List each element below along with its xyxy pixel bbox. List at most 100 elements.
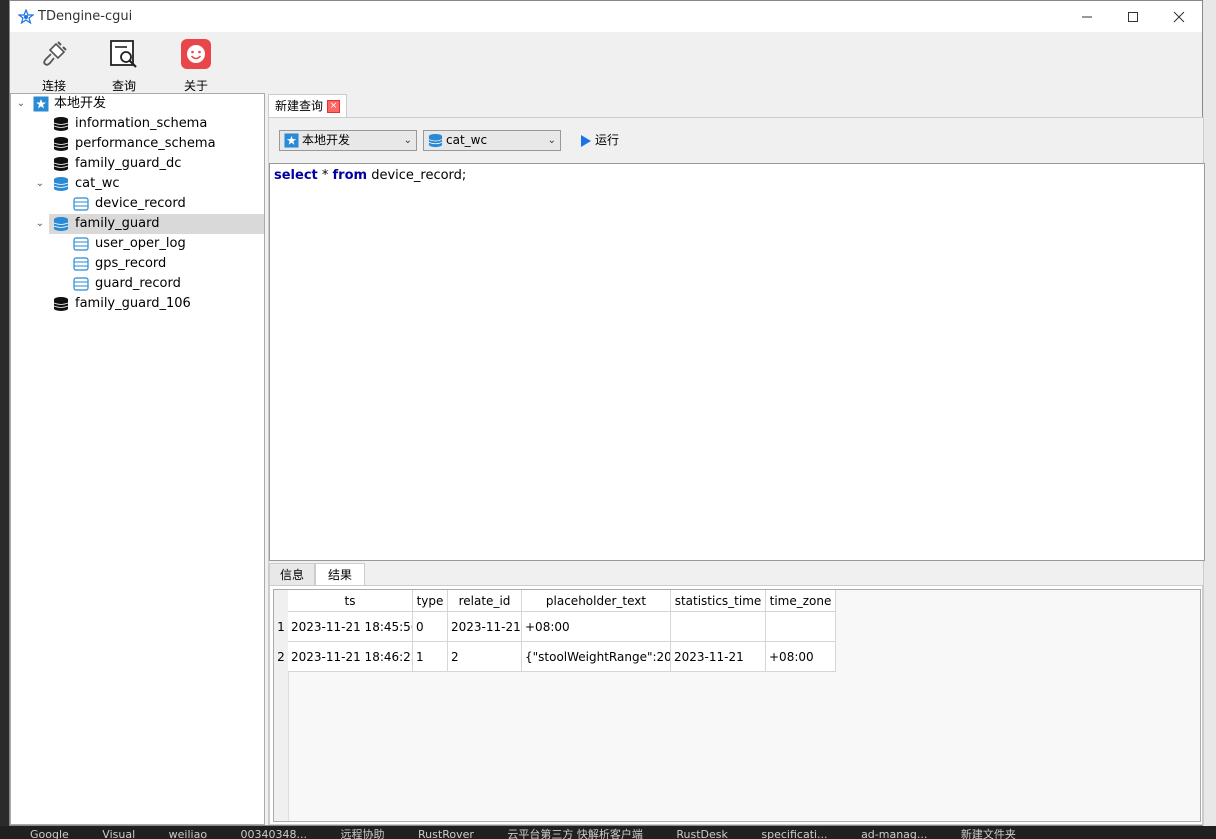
toolbar: 连接 查询 关于	[10, 32, 1202, 93]
title-bar[interactable]: TDengine-cgui	[10, 1, 1202, 32]
table-cell[interactable]: +08:00	[522, 612, 671, 642]
table-cell[interactable]: 2023-11-21 18:45:56	[288, 612, 413, 642]
table-cell[interactable]: +08:00	[766, 642, 836, 672]
tree-table-label: user_oper_log	[95, 236, 186, 251]
taskbar-item[interactable]: Visual	[102, 828, 135, 839]
table-cell[interactable]	[671, 612, 766, 642]
run-button[interactable]: 运行	[581, 131, 619, 151]
column-header[interactable]: time_zone	[766, 590, 836, 612]
maximize-button[interactable]	[1110, 1, 1156, 32]
row-number: 2	[277, 650, 285, 664]
tree-db-node[interactable]: family_guard_106	[11, 294, 264, 314]
tree-table-node[interactable]: user_oper_log	[11, 234, 264, 254]
tree-table-node[interactable]: device_record	[11, 194, 264, 214]
connect-label: 连接	[41, 79, 66, 93]
tab-new-query-label: 新建查询	[275, 99, 324, 113]
connection-tree: ⌄ 本地开发 information_schema performance_sc…	[10, 93, 265, 825]
sql-editor[interactable]: select * from device_record;	[269, 163, 1205, 561]
connect-button[interactable]: 连接	[26, 38, 82, 93]
database-icon	[53, 297, 69, 311]
database-icon	[428, 133, 443, 148]
chevron-down-icon[interactable]: ⌄	[33, 174, 47, 194]
table-icon	[73, 197, 89, 211]
table-cell[interactable]: 2023-11-21	[448, 612, 522, 642]
sql-keyword: select	[274, 168, 318, 183]
tree-db-node[interactable]: ⌄ cat_wc	[11, 174, 264, 194]
sql-text: device_record;	[367, 168, 467, 183]
run-label: 运行	[595, 133, 620, 147]
table-cell[interactable]: 0	[413, 612, 448, 642]
database-icon	[53, 157, 69, 171]
tree-table-node[interactable]: guard_record	[11, 274, 264, 294]
background-left	[0, 0, 9, 839]
column-header[interactable]: statistics_time	[671, 590, 766, 612]
tree-db-node-selected[interactable]: ⌄ family_guard	[36, 214, 264, 234]
tree-root-node[interactable]: ⌄ 本地开发	[11, 94, 264, 114]
column-header[interactable]: relate_id	[448, 590, 522, 612]
connection-select[interactable]: 本地开发 ⌄	[279, 130, 417, 151]
taskbar-item[interactable]: specificati...	[761, 828, 827, 839]
tree-table-label: gps_record	[95, 256, 167, 271]
smiley-icon	[181, 39, 211, 69]
table-cell[interactable]: 2023-11-21 18:46:25	[288, 642, 413, 672]
tree-root-label: 本地开发	[54, 96, 107, 111]
column-header[interactable]: ts	[288, 590, 413, 612]
taskbar-item[interactable]: 远程协助	[341, 826, 385, 839]
chevron-down-icon[interactable]: ⌄	[33, 214, 47, 234]
column-header[interactable]: placeholder_text	[522, 590, 671, 612]
tree-db-node[interactable]: family_guard_dc	[11, 154, 264, 174]
query-button[interactable]: 查询	[96, 38, 152, 93]
taskbar-item[interactable]: ad-manag...	[861, 828, 927, 839]
database-icon	[53, 117, 69, 131]
tab-new-query[interactable]: 新建查询 ×	[268, 94, 348, 118]
tree-db-label: family_guard_106	[75, 296, 191, 311]
taskbar-item[interactable]: Google	[30, 828, 69, 839]
app-logo-icon	[18, 9, 34, 25]
taskbar-item[interactable]: RustRover	[418, 828, 474, 839]
minimize-button[interactable]	[1064, 1, 1110, 32]
tree-db-label: family_guard_dc	[75, 156, 182, 171]
taskbar-item[interactable]: 00340348...	[241, 828, 307, 839]
query-label: 查询	[111, 79, 136, 93]
close-tab-icon[interactable]: ×	[327, 100, 341, 113]
connection-icon	[284, 133, 299, 148]
sql-text: *	[317, 168, 333, 183]
table-icon	[73, 257, 89, 271]
table-cell[interactable]: 2	[448, 642, 522, 672]
close-button[interactable]	[1156, 1, 1202, 32]
result-grid[interactable]: ts type relate_id placeholder_text stati…	[273, 589, 1201, 822]
tree-table-label: guard_record	[95, 276, 181, 291]
taskbar-item[interactable]: 云平台第三方 快解析客户端	[507, 826, 643, 839]
table-icon	[73, 277, 89, 291]
tree-table-label: device_record	[95, 196, 186, 211]
taskbar-item[interactable]: RustDesk	[676, 828, 728, 839]
query-icon	[110, 40, 137, 68]
table-cell[interactable]: 1	[413, 642, 448, 672]
tab-info[interactable]: 信息	[269, 563, 315, 585]
database-icon	[53, 137, 69, 151]
taskbar-item[interactable]: weiliao	[169, 828, 207, 839]
connection-icon	[33, 96, 49, 112]
column-header[interactable]: type	[413, 590, 448, 612]
about-button[interactable]: 关于	[168, 38, 224, 93]
query-tabbar: 新建查询 ×	[268, 93, 1204, 118]
table-cell[interactable]	[766, 612, 836, 642]
about-label: 关于	[183, 79, 208, 93]
connection-select-value: 本地开发	[302, 133, 351, 147]
app-window: TDengine-cgui 连接 查询 关于 ⌄ 本地开发 informatio…	[9, 0, 1205, 826]
tab-results[interactable]: 结果	[315, 563, 365, 585]
tree-db-node[interactable]: performance_schema	[11, 134, 264, 154]
row-number: 1	[277, 620, 285, 634]
tree-table-node[interactable]: gps_record	[11, 254, 264, 274]
chevron-down-icon[interactable]: ⌄	[14, 94, 28, 114]
tree-db-label: information_schema	[75, 116, 208, 131]
taskbar-item[interactable]: 新建文件夹	[961, 826, 1016, 839]
close-icon	[1173, 11, 1185, 22]
table-cell[interactable]: {"stoolWeightRange":20}	[522, 642, 671, 672]
database-select[interactable]: cat_wc ⌄	[423, 130, 561, 151]
table-cell[interactable]: 2023-11-21	[671, 642, 766, 672]
query-panel: 本地开发 ⌄ cat_wc ⌄ 运行 select * from device_…	[268, 117, 1205, 825]
sql-keyword: from	[332, 168, 368, 183]
tree-db-node[interactable]: information_schema	[11, 114, 264, 134]
chevron-down-icon: ⌄	[403, 135, 412, 146]
